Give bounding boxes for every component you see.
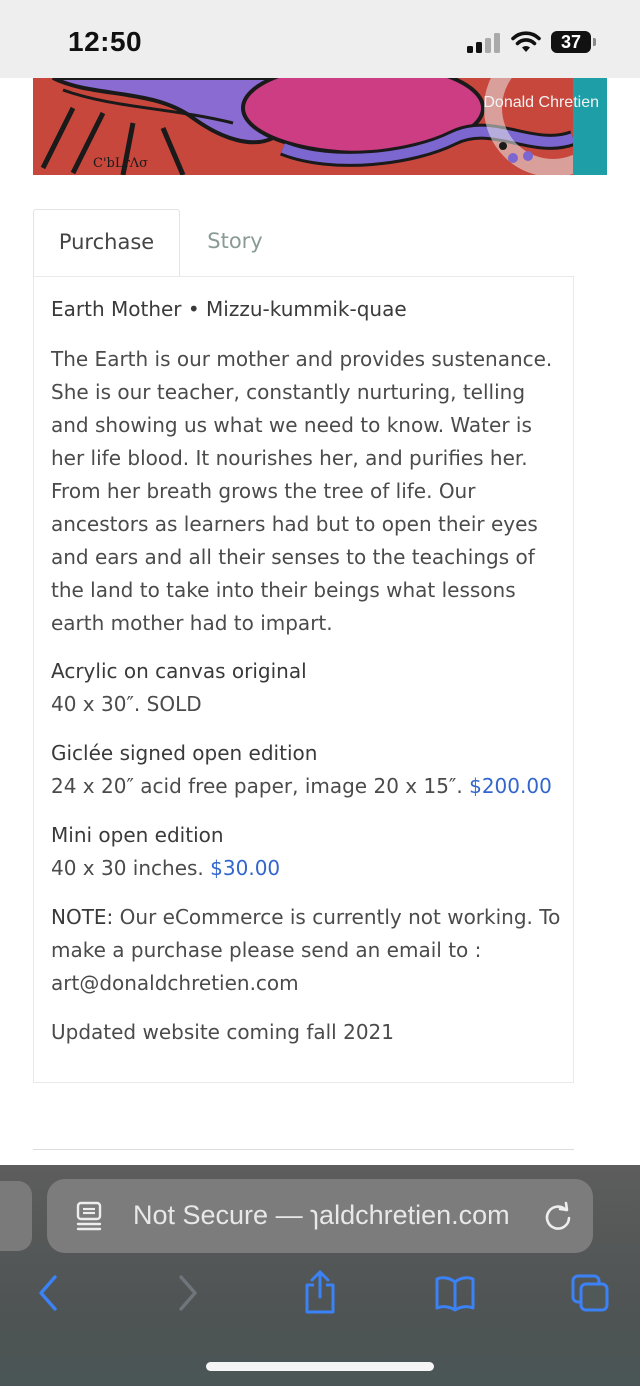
share-icon[interactable] — [302, 1269, 338, 1315]
price-link[interactable]: $30.00 — [210, 856, 280, 880]
forward-icon[interactable] — [176, 1273, 200, 1313]
artwork-image[interactable]: Donald Chretien C'bLrΛσ — [33, 78, 607, 175]
cellular-signal-icon — [467, 33, 501, 53]
artist-watermark: Donald Chretien — [483, 94, 599, 111]
edition-detail: 40 x 30″. SOLD — [51, 692, 202, 716]
tabs-icon[interactable] — [570, 1273, 610, 1313]
divider — [33, 1149, 574, 1150]
edition-detail: 40 x 30 inches. — [51, 856, 211, 880]
status-bar: 12:50 37 — [0, 0, 640, 78]
tab-purchase[interactable]: Purchase — [33, 209, 180, 276]
previous-tab-preview[interactable] — [0, 1181, 32, 1251]
edition-giclee: Giclée signed open edition 24 x 20″ acid… — [51, 737, 561, 803]
edition-mini: Mini open edition 40 x 30 inches. $30.00 — [51, 819, 561, 885]
price-link[interactable]: $200.00 — [469, 774, 552, 798]
artwork-title: Earth Mother • Mizzu-kummik-quae — [51, 297, 407, 321]
url-text[interactable]: Not Secure — ɿaldchretien.com — [133, 1200, 510, 1231]
edition-heading: Mini open edition — [51, 823, 224, 847]
wifi-icon — [511, 31, 541, 52]
updated-notice: Updated website coming fall 2021 — [51, 1020, 394, 1044]
purchase-note: NOTE: Our eCommerce is currently not wor… — [51, 901, 561, 1000]
browser-toolbar: Not Secure — ɿaldchretien.com — [0, 1165, 640, 1386]
reload-icon[interactable] — [543, 1201, 573, 1231]
battery-icon: 37 — [551, 31, 596, 53]
back-icon[interactable] — [36, 1273, 60, 1313]
edition-heading: Acrylic on canvas original — [51, 659, 307, 683]
note-text: Our eCommerce is currently not working. … — [51, 905, 561, 995]
reader-mode-icon[interactable] — [75, 1201, 103, 1231]
battery-level: 37 — [560, 32, 582, 52]
home-indicator[interactable] — [206, 1362, 434, 1371]
status-time: 12:50 — [68, 26, 143, 57]
artwork-description: The Earth is our mother and provides sus… — [51, 347, 553, 635]
edition-heading: Giclée signed open edition — [51, 741, 318, 765]
bookmarks-icon[interactable] — [434, 1273, 476, 1313]
note-label: NOTE: — [51, 905, 114, 929]
tab-story[interactable]: Story — [180, 209, 290, 275]
address-bar[interactable]: Not Secure — ɿaldchretien.com — [47, 1179, 593, 1253]
edition-original: Acrylic on canvas original 40 x 30″. SOL… — [51, 655, 561, 721]
artist-signature: C'bLrΛσ — [93, 156, 148, 171]
edition-detail: 24 x 20″ acid free paper, image 20 x 15″… — [51, 774, 470, 798]
tab-story-label: Story — [207, 229, 263, 253]
tab-purchase-label: Purchase — [58, 230, 155, 254]
